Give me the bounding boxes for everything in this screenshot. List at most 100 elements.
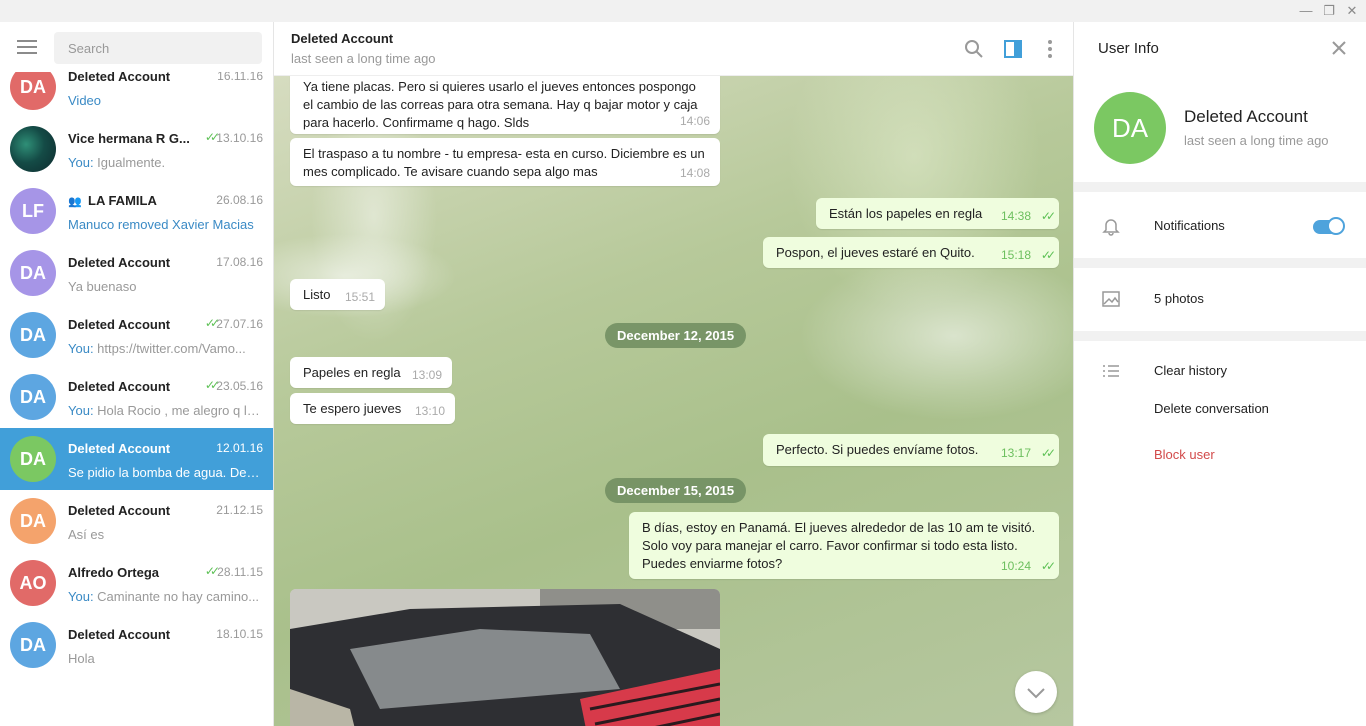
chat-name: Vice hermana R G... (68, 131, 190, 146)
chat-preview: Ya buenaso (68, 279, 137, 294)
avatar: DA (10, 498, 56, 544)
hamburger-menu-icon[interactable] (17, 40, 37, 54)
you-prefix: You: (68, 341, 98, 356)
photo-message[interactable] (290, 589, 720, 726)
clear-history-label[interactable]: Clear history (1154, 363, 1227, 378)
message-time: 13:10 (414, 404, 445, 418)
scroll-down-button[interactable] (1015, 671, 1057, 713)
chat-preview: Así es (68, 527, 105, 542)
message-time: 14:08 (679, 166, 710, 180)
chat-preview: You: Caminante no hay camino... (68, 589, 260, 604)
chat-preview: Video (68, 93, 102, 108)
avatar: DA (10, 312, 56, 358)
divider (1074, 258, 1366, 268)
message-outgoing[interactable]: Están los papeles en regla 14:38 ✓✓ (816, 198, 1059, 229)
window-titlebar: — ❐ ✕ (0, 0, 1366, 22)
message-time: 14:06 (679, 114, 710, 128)
chat-preview: Se pidio la bomba de agua. Deb... (68, 465, 264, 480)
car-photo (290, 589, 720, 726)
date-separator: December 15, 2015 (605, 478, 747, 503)
chat-list-item[interactable]: DA Deleted Account 21.12.15 Así es (0, 490, 273, 552)
avatar[interactable]: DA (1094, 92, 1166, 164)
block-user-label[interactable]: Block user (1154, 447, 1215, 462)
chat-name: Deleted Account (68, 317, 171, 332)
list-icon (1103, 365, 1119, 377)
chat-list-panel: AMExcelente me alegroDADeleted Account16… (0, 22, 273, 726)
chat-preview: You: https://twitter.com/Vamo... (68, 341, 246, 356)
message-time: 15:51 (344, 290, 375, 304)
message-incoming[interactable]: Papeles en regla 13:09 (290, 357, 452, 388)
chat-list-item[interactable]: LF 👥 LA FAMILA 26.08.16 Manuco removed Xavie… (0, 180, 273, 242)
user-info-panel: User Info DA Deleted Account last seen a… (1073, 22, 1366, 726)
double-check-icon: ✓✓ (1040, 248, 1056, 262)
sidebar-toggle-icon[interactable] (1002, 38, 1024, 60)
chat-date: 26.08.16 (216, 193, 263, 207)
chevron-down-icon (1027, 688, 1045, 699)
avatar: DA (10, 250, 56, 296)
block-user-row[interactable]: Block user (1074, 435, 1366, 475)
message-outgoing[interactable]: Perfecto. Si puedes envíame fotos. 13:17… (763, 434, 1059, 466)
chat-name: Deleted Account (68, 255, 171, 270)
you-prefix: You: (68, 589, 98, 604)
conversation-panel: Deleted Account last seen a long time ag… (273, 22, 1073, 726)
delete-conversation-row[interactable]: Delete conversation (1074, 389, 1366, 429)
notifications-row[interactable]: Notifications (1074, 206, 1366, 246)
message-time: 15:18 (1000, 248, 1031, 262)
chat-date: 21.12.15 (216, 503, 263, 517)
chat-list-item[interactable]: AO Alfredo Ortega 28.11.15 ✓✓ You: Caminante… (0, 552, 273, 614)
restore-icon[interactable]: ❐ (1321, 3, 1337, 19)
more-options-icon[interactable] (1039, 38, 1061, 60)
message-incoming[interactable]: El traspaso a tu nombre - tu empresa- es… (290, 138, 720, 186)
chat-list-item[interactable]: DA Deleted Account 23.05.16 ✓✓ You: Hola Roc… (0, 366, 273, 428)
message-time: 13:17 (1000, 446, 1031, 460)
search-icon[interactable] (963, 38, 985, 60)
delete-conversation-label[interactable]: Delete conversation (1154, 401, 1269, 416)
divider (1074, 331, 1366, 341)
chat-list-header (0, 22, 273, 72)
chat-preview: You: Igualmente. (68, 155, 166, 170)
user-name: Deleted Account (1184, 107, 1308, 126)
double-check-icon: ✓✓ (204, 316, 220, 330)
message-incoming[interactable]: Ya tiene placas. Pero si quieres usarlo … (290, 71, 720, 134)
chat-name: Alfredo Ortega (68, 565, 160, 580)
notifications-toggle[interactable] (1313, 217, 1345, 235)
message-incoming[interactable]: Listo 15:51 (290, 279, 385, 310)
chat-list-item[interactable]: Vice hermana R G... 13.10.16 ✓✓ You: Igualm… (0, 118, 273, 180)
double-check-icon: ✓✓ (1040, 559, 1056, 573)
chat-date: 13.10.16 (216, 131, 263, 145)
double-check-icon: ✓✓ (1040, 446, 1056, 460)
search-input[interactable] (54, 32, 262, 64)
chat-background: Ya tiene placas. Pero si quieres usarlo … (274, 71, 1073, 726)
chat-preview: You: Hola Rocio , me alegro q la... (68, 403, 264, 418)
double-check-icon: ✓✓ (204, 130, 220, 144)
close-window-icon[interactable]: ✕ (1344, 3, 1360, 19)
chat-list-item[interactable]: DA Deleted Account 17.08.16 Ya buenaso (0, 242, 273, 304)
photo-icon (1102, 291, 1120, 307)
conversation-title[interactable]: Deleted Account (291, 31, 393, 46)
avatar: LF (10, 188, 56, 234)
double-check-icon: ✓✓ (1040, 209, 1056, 223)
chat-list-item[interactable]: DA Deleted Account 18.10.15 Hola (0, 614, 273, 676)
panel-title: User Info (1098, 40, 1159, 57)
conversation-status: last seen a long time ago (291, 51, 436, 66)
clear-history-row[interactable]: Clear history (1074, 351, 1366, 391)
double-check-icon: ✓✓ (204, 564, 220, 578)
message-text: Ya tiene placas. Pero si quieres usarlo … (303, 79, 698, 130)
chat-list: AMExcelente me alegroDADeleted Account16… (0, 22, 273, 676)
minimize-icon[interactable]: — (1298, 3, 1314, 19)
chat-list-item[interactable]: DA Deleted Account 27.07.16 ✓✓ You: https://… (0, 304, 273, 366)
chat-name: 👥 LA FAMILA (68, 193, 157, 208)
avatar: DA (10, 374, 56, 420)
chat-date: 17.08.16 (216, 255, 263, 269)
photos-row[interactable]: 5 photos (1074, 279, 1366, 319)
conversation-header: Deleted Account last seen a long time ag… (274, 22, 1073, 76)
message-text: El traspaso a tu nombre - tu empresa- es… (303, 146, 705, 179)
chat-list-item[interactable]: DA Deleted Account 12.01.16 Se pidio la bom… (0, 428, 273, 490)
message-outgoing[interactable]: B días, estoy en Panamá. El jueves alred… (629, 512, 1059, 579)
avatar: DA (10, 622, 56, 668)
message-outgoing[interactable]: Pospon, el jueves estaré en Quito. 15:18… (763, 237, 1059, 268)
chat-date: 28.11.15 (217, 565, 263, 579)
close-icon[interactable] (1330, 39, 1348, 57)
message-incoming[interactable]: Te espero jueves 13:10 (290, 393, 455, 424)
photos-label: 5 photos (1154, 291, 1204, 306)
